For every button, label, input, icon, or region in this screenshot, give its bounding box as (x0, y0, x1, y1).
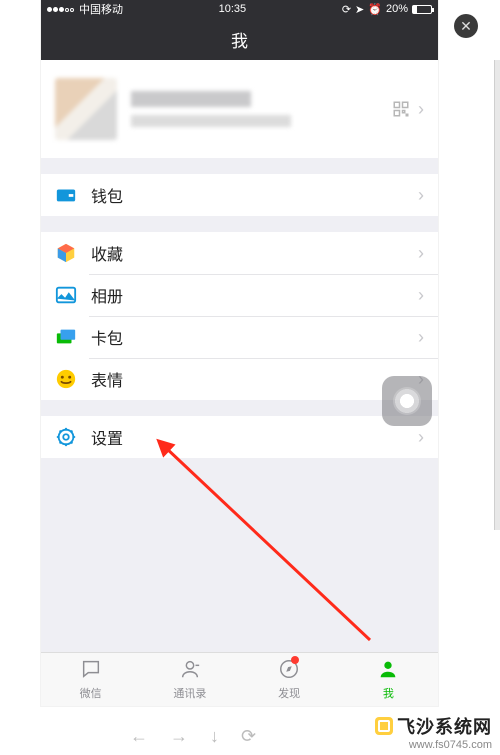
back-button[interactable]: ← (130, 726, 148, 747)
battery-pct: 20% (386, 3, 408, 15)
tab-chats[interactable]: 微信 (41, 653, 140, 706)
clock: 10:35 (219, 3, 247, 15)
chat-icon (79, 658, 103, 680)
row-label: 收藏 (91, 241, 418, 265)
watermark: 飞沙系统网 www.fs0745.com (375, 713, 492, 751)
close-icon: ✕ (460, 18, 472, 35)
assistive-touch[interactable] (382, 376, 432, 426)
battery-icon (412, 5, 432, 14)
location-icon: ➤ (355, 3, 364, 16)
tab-contacts[interactable]: 通讯录 (140, 653, 239, 706)
tab-discover[interactable]: 发现 (240, 653, 339, 706)
browser-toolbar: ← → ↓ ⟳ (130, 726, 256, 747)
row-favorites[interactable]: 收藏 › (41, 232, 438, 274)
qr-code-icon (392, 100, 410, 118)
row-wallet[interactable]: 钱包 › (41, 174, 438, 216)
row-label: 相册 (91, 283, 418, 307)
profile-row[interactable]: › (41, 60, 438, 158)
watermark-logo-icon (375, 717, 393, 735)
tab-label: 发现 (278, 685, 300, 701)
contacts-icon (178, 658, 202, 680)
wallet-icon (55, 184, 77, 206)
chevron-right-icon: › (418, 285, 424, 306)
signal-dots-icon (47, 3, 75, 15)
card-icon (55, 326, 77, 348)
row-label: 表情 (91, 367, 418, 391)
tab-me[interactable]: 我 (339, 653, 438, 706)
cube-icon (55, 242, 77, 264)
watermark-url: www.fs0745.com (375, 739, 492, 751)
wallet-section: 钱包 › (41, 174, 438, 216)
tab-label: 微信 (80, 685, 102, 701)
profile-info (131, 91, 392, 127)
items-section: 收藏 › 相册 › 卡包 › 表情 › (41, 232, 438, 400)
page-title: 我 (231, 27, 248, 52)
refresh-button[interactable]: ⟳ (241, 726, 256, 747)
row-label: 钱包 (91, 183, 418, 207)
tab-label: 通讯录 (173, 685, 206, 701)
chevron-right-icon: › (418, 185, 424, 206)
download-button[interactable]: ↓ (210, 726, 219, 747)
row-stickers[interactable]: 表情 › (41, 358, 438, 400)
chevron-right-icon: › (418, 327, 424, 348)
gear-icon (55, 426, 77, 448)
row-cards[interactable]: 卡包 › (41, 316, 438, 358)
profile-section: › (41, 60, 438, 158)
row-settings[interactable]: 设置 › (41, 416, 438, 458)
tab-bar: 微信 通讯录 发现 我 (41, 652, 438, 706)
watermark-title: 飞沙系统网 (397, 717, 492, 737)
photo-icon (55, 284, 77, 306)
forward-button[interactable]: → (170, 726, 188, 747)
emoji-icon (55, 368, 77, 390)
chevron-right-icon: › (418, 427, 424, 448)
close-button[interactable]: ✕ (454, 14, 478, 38)
profile-name-blurred (131, 91, 251, 107)
chevron-right-icon: › (418, 243, 424, 264)
phone-frame: 中国移动 10:35 ⟳ ➤ ⏰ 20% 我 › (41, 0, 438, 706)
tab-label: 我 (383, 685, 394, 701)
person-icon (376, 658, 400, 680)
profile-id-blurred (131, 115, 291, 127)
status-bar: 中国移动 10:35 ⟳ ➤ ⏰ 20% (41, 0, 438, 18)
avatar (55, 78, 117, 140)
carrier-label: 中国移动 (79, 1, 123, 17)
chevron-right-icon: › (418, 99, 424, 120)
assistive-touch-icon (393, 387, 421, 415)
row-label: 卡包 (91, 325, 418, 349)
row-label: 设置 (91, 425, 418, 449)
settings-section: 设置 › (41, 416, 438, 458)
row-album[interactable]: 相册 › (41, 274, 438, 316)
alarm-icon: ⏰ (368, 3, 382, 16)
nav-bar: 我 (41, 18, 438, 60)
browser-scrollbar[interactable] (494, 60, 500, 530)
lock-icon: ⟳ (342, 3, 351, 16)
